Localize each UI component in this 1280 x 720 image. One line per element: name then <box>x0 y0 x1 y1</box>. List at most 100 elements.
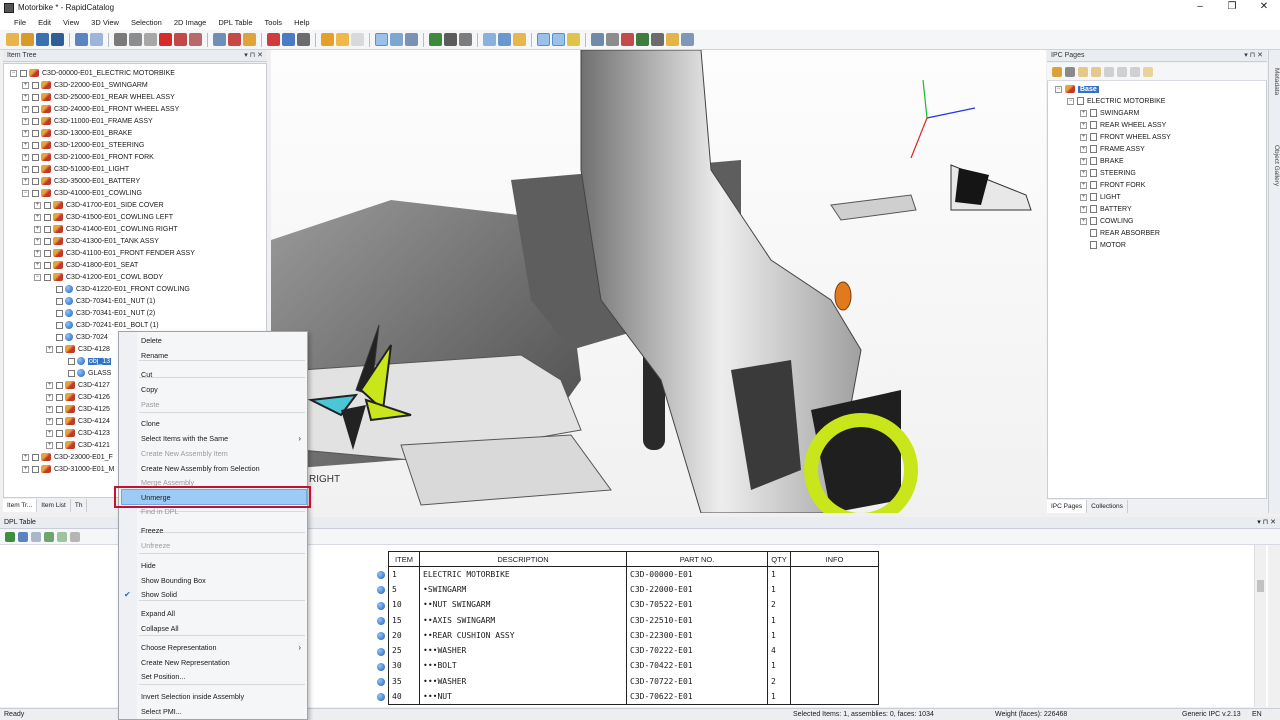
settings-icon[interactable] <box>213 33 226 46</box>
visibility-checkbox[interactable] <box>56 405 63 413</box>
expand-toggle-icon[interactable]: + <box>22 153 29 161</box>
tree-node[interactable]: − C3D-41200-E01_COWL BODY <box>34 271 163 283</box>
redo-icon[interactable] <box>90 33 103 46</box>
grid-icon[interactable] <box>651 33 664 46</box>
col-item[interactable]: ITEM <box>388 551 420 567</box>
expand-toggle-icon[interactable]: + <box>1080 121 1087 129</box>
tree-node[interactable]: + C3D-25000-E01_REAR WHEEL ASSY <box>22 91 175 103</box>
visibility-checkbox[interactable] <box>32 117 39 125</box>
zoom-icon[interactable] <box>606 33 619 46</box>
expand-toggle-icon[interactable]: + <box>1080 145 1087 153</box>
save-icon[interactable] <box>36 33 49 46</box>
display-icon[interactable] <box>297 33 310 46</box>
context-menu-item[interactable]: Select PMI... <box>141 706 182 718</box>
tree-node[interactable]: + C3D-23000-E01_F <box>22 451 113 463</box>
visibility-checkbox[interactable] <box>44 273 51 281</box>
menu-tools[interactable]: Tools <box>259 18 289 27</box>
visibility-checkbox[interactable] <box>56 417 63 425</box>
dpl-row[interactable]: 35 •••WASHER C3D-70722-E01 2 <box>388 673 879 689</box>
clean-icon[interactable] <box>189 33 202 46</box>
expand-toggle-icon[interactable]: + <box>22 129 29 137</box>
folder-icon[interactable] <box>1078 66 1088 77</box>
fit-icon[interactable] <box>591 33 604 46</box>
shape2-icon[interactable] <box>336 33 349 46</box>
tree-node[interactable]: + C3D-41400-E01_COWLING RIGHT <box>34 223 178 235</box>
dpl-add-icon[interactable] <box>5 531 15 542</box>
tab-thumbnails[interactable]: Th <box>71 498 88 512</box>
expand-toggle-icon[interactable]: + <box>22 165 29 173</box>
view3-icon[interactable] <box>513 33 526 46</box>
visibility-checkbox[interactable] <box>68 369 75 377</box>
ipc-page-item[interactable]: + FRONT WHEEL ASSY <box>1080 131 1171 143</box>
col-description[interactable]: DESCRIPTION <box>419 551 627 567</box>
tree-node[interactable]: + C3D-4124 <box>46 415 110 427</box>
select-arrow-icon[interactable] <box>375 33 388 46</box>
tree-node[interactable]: − C3D-00000-E01_ELECTRIC MOTORBIKE <box>10 67 175 79</box>
undo-icon[interactable] <box>75 33 88 46</box>
tab-ipc-pages[interactable]: IPC Pages <box>1047 499 1088 513</box>
visibility-checkbox[interactable] <box>56 285 63 293</box>
expand-toggle-icon[interactable]: + <box>1080 217 1087 225</box>
expand-toggle-icon[interactable]: + <box>46 393 53 401</box>
copy-icon[interactable] <box>129 33 142 46</box>
dpl-scrollbar[interactable] <box>1254 545 1266 707</box>
col-info[interactable]: INFO <box>790 551 879 567</box>
context-menu-item[interactable]: Cut <box>141 369 152 381</box>
move-page-icon[interactable] <box>1130 66 1140 77</box>
tab-collections[interactable]: Collections <box>1087 499 1128 513</box>
visibility-checkbox[interactable] <box>44 201 51 209</box>
menu-dpl-table[interactable]: DPL Table <box>212 18 258 27</box>
context-menu-item[interactable]: Show Solid <box>141 589 177 601</box>
new-icon[interactable] <box>6 33 19 46</box>
ipc-page-item[interactable]: +MOTOR <box>1080 239 1126 251</box>
expand-toggle-icon[interactable]: + <box>1080 133 1087 141</box>
restore-button[interactable]: ❐ <box>1216 0 1248 15</box>
tree-node[interactable]: + C3D-11000-E01_FRAME ASSY <box>22 115 153 127</box>
tree-node[interactable]: C3D-41220-E01_FRONT COWLING <box>46 283 190 295</box>
open-icon[interactable] <box>21 33 34 46</box>
expand-toggle-icon[interactable]: + <box>46 345 53 353</box>
tree-node[interactable]: + C3D-4127 <box>46 379 110 391</box>
tree-node[interactable]: + C3D-35000-E01_BATTERY <box>22 175 140 187</box>
pin-close-icon[interactable]: ▾ ⊓ ✕ <box>1257 517 1276 529</box>
tree-node[interactable]: + C3D-12000-E01_STEERING <box>22 139 144 151</box>
tree-node[interactable]: + C3D-4126 <box>46 391 110 403</box>
tree-node[interactable]: + C3D-24000-E01_FRONT WHEEL ASSY <box>22 103 179 115</box>
context-menu-item[interactable]: Show Bounding Box <box>141 575 206 587</box>
delete-icon[interactable] <box>159 33 172 46</box>
expand-toggle-icon[interactable]: − <box>10 69 17 77</box>
tree-node[interactable]: C3D-70341-E01_NUT (2) <box>46 307 155 319</box>
visibility-checkbox[interactable] <box>44 261 51 269</box>
dpl-row[interactable]: 20 ••REAR CUSHION ASSY C3D-22300-E01 1 <box>388 627 879 643</box>
visibility-checkbox[interactable] <box>44 249 51 257</box>
expand-toggle-icon[interactable]: + <box>1080 169 1087 177</box>
tab-item-tree[interactable]: Item Tr... <box>3 498 38 512</box>
menu-selection[interactable]: Selection <box>125 18 168 27</box>
tree-node[interactable]: + C3D-4125 <box>46 403 110 415</box>
tree-node[interactable]: C3D-7024 <box>46 331 108 343</box>
tree-node[interactable]: + C3D-41500-E01_COWLING LEFT <box>34 211 173 223</box>
context-menu-item[interactable]: Clone <box>141 418 160 430</box>
context-menu-item[interactable]: Select Items with the Same <box>141 433 228 445</box>
light-icon[interactable] <box>444 33 457 46</box>
context-menu-item[interactable]: Choose Representation <box>141 642 217 654</box>
visibility-checkbox[interactable] <box>32 153 39 161</box>
render-icon[interactable] <box>459 33 472 46</box>
col-qty[interactable]: QTY <box>767 551 791 567</box>
visibility-checkbox[interactable] <box>32 105 39 113</box>
3d-viewport[interactable]: RIGHT <box>271 50 1046 513</box>
ipc-page-item[interactable]: + FRONT FORK <box>1080 179 1145 191</box>
expand-toggle-icon[interactable]: + <box>22 81 29 89</box>
context-menu-item[interactable]: Unfreeze <box>141 540 170 552</box>
dpl-row[interactable]: 25 •••WASHER C3D-70222-E01 4 <box>388 642 879 659</box>
ipc-page-item[interactable]: + SWINGARM <box>1080 107 1139 119</box>
visibility-checkbox[interactable] <box>32 177 39 185</box>
ipc-page-item[interactable]: + LIGHT <box>1080 191 1121 203</box>
assembly-icon[interactable] <box>243 33 256 46</box>
context-menu-item[interactable]: Freeze <box>141 525 163 537</box>
tree-node[interactable]: + C3D-21000-E01_FRONT FORK <box>22 151 154 163</box>
explode-icon[interactable] <box>567 33 580 46</box>
close-button[interactable]: ✕ <box>1248 0 1280 15</box>
expand-toggle-icon[interactable]: − <box>1067 97 1074 105</box>
tree-node[interactable]: − C3D-41000-E01_COWLING <box>22 187 142 199</box>
